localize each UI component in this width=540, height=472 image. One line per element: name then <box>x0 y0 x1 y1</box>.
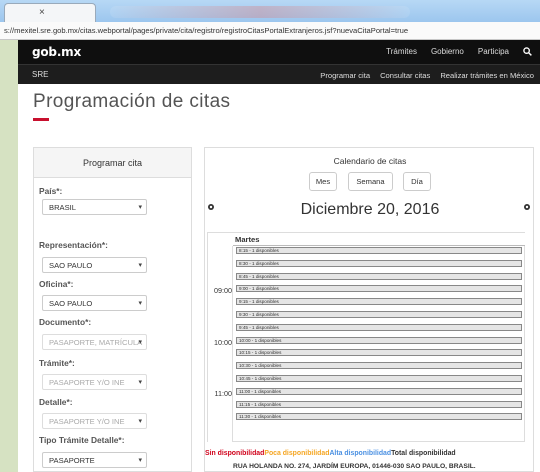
chevron-down-icon: ▾ <box>138 457 142 464</box>
page-title: Programación de citas <box>33 91 231 112</box>
tipo-tramite-value: PASAPORTE <box>49 456 95 465</box>
calendar-date: Diciembre 20, 2016 <box>300 201 440 218</box>
chevron-down-icon: ▾ <box>138 262 142 269</box>
appointment-slot[interactable]: 11:30 - 1 disponibles <box>236 413 522 421</box>
hour-label: 11:00 <box>214 389 232 398</box>
appointment-form: Programar cita País*: BRASIL ▾ Represent… <box>33 147 192 472</box>
hour-label: 10:00 <box>214 338 232 347</box>
day-header: Martes <box>233 233 525 246</box>
documento-label: Documento*: <box>39 317 92 327</box>
representacion-label: Representación*: <box>39 240 108 250</box>
view-week-button[interactable]: Semana <box>348 172 393 191</box>
appointment-slot[interactable]: 8:15 - 1 disponibles <box>236 247 522 254</box>
calendar-panel: Calendario de citas Mes Semana Día Dicie… <box>204 147 534 472</box>
sre-label: SRE <box>32 70 49 79</box>
appointment-slot[interactable]: 11:15 - 1 disponibles <box>236 400 522 408</box>
chevron-down-icon: ▾ <box>138 379 142 386</box>
browser-tab[interactable]: × <box>4 3 96 22</box>
tipo-tramite-select[interactable]: PASAPORTE ▾ <box>42 452 147 468</box>
detalle-value: PASAPORTE Y/O INE <box>49 417 125 426</box>
search-icon[interactable] <box>523 47 532 58</box>
blurred-tab-title <box>110 6 410 18</box>
representacion-select[interactable]: SAO PAULO ▾ <box>42 257 147 273</box>
pais-value: BRASIL <box>49 203 77 212</box>
documento-select[interactable]: PASAPORTE, MATRÍCULA ▾ <box>42 334 147 350</box>
next-day-icon[interactable] <box>523 203 531 212</box>
nav-gobierno[interactable]: Gobierno <box>431 47 464 58</box>
representacion-value: SAO PAULO <box>49 261 93 270</box>
nav-realizar-tramites[interactable]: Realizar trámites en México <box>440 71 534 80</box>
gob-nav: Trámites Gobierno Participa <box>386 47 532 58</box>
nav-programar-cita[interactable]: Programar cita <box>320 71 370 80</box>
legend-high: Alta disponibilidad <box>329 450 392 457</box>
pais-label: País*: <box>39 186 63 196</box>
legend-total: Total disponibilidad <box>391 450 456 457</box>
chevron-down-icon: ▾ <box>138 339 142 346</box>
legend-none: Sin disponibilidad <box>205 450 265 457</box>
nav-consultar-citas[interactable]: Consultar citas <box>380 71 430 80</box>
nav-tramites[interactable]: Trámites <box>386 47 417 58</box>
day-grid: Martes 09:00 10:00 11:00 8:15 - 1 dispon… <box>207 232 525 442</box>
appointment-slot[interactable]: 9:15 - 1 disponibles <box>236 298 522 306</box>
address-bar[interactable]: s://mexitel.sre.gob.mx/citas.webportal/p… <box>0 22 540 40</box>
appointment-slot[interactable]: 11:00 - 1 disponibles <box>236 387 522 395</box>
oficina-label: Oficina*: <box>39 279 74 289</box>
appointment-slot[interactable]: 9:00 - 1 disponibles <box>236 285 522 293</box>
office-address: RUA HOLANDA NO. 274, JARDÍM EUROPA, 0144… <box>233 463 476 470</box>
title-underline <box>33 118 49 121</box>
url-text: s://mexitel.sre.gob.mx/citas.webportal/p… <box>4 26 409 35</box>
pais-select[interactable]: BRASIL ▾ <box>42 199 147 215</box>
view-day-button[interactable]: Día <box>403 172 431 191</box>
gob-header: gob.mx Trámites Gobierno Participa <box>18 40 540 64</box>
documento-value: PASAPORTE, MATRÍCULA <box>49 338 143 347</box>
availability-legend: Sin disponibilidadPoca disponibilidadAlt… <box>205 450 535 457</box>
nav-participa[interactable]: Participa <box>478 47 509 58</box>
form-header: Programar cita <box>34 148 191 178</box>
appointment-slot[interactable]: 10:00 - 1 disponibles <box>236 336 522 344</box>
appointment-slot[interactable]: 10:30 - 1 disponibles <box>236 362 522 370</box>
detalle-select[interactable]: PASAPORTE Y/O INE ▾ <box>42 413 147 429</box>
page-content: Programación de citas Programar cita Paí… <box>18 84 540 472</box>
chevron-down-icon: ▾ <box>138 204 142 211</box>
oficina-select[interactable]: SAO PAULO ▾ <box>42 295 147 311</box>
gob-logo[interactable]: gob.mx <box>32 45 81 59</box>
oficina-value: SAO PAULO <box>49 299 93 308</box>
legend-few: Poca disponibilidad <box>264 450 330 457</box>
appointment-slot[interactable]: 10:45 - 1 disponibles <box>236 375 522 382</box>
sre-nav: Programar cita Consultar citas Realizar … <box>320 71 534 80</box>
view-month-button[interactable]: Mes <box>309 172 337 191</box>
tramite-value: PASAPORTE Y/O INE <box>49 378 125 387</box>
appointment-slot[interactable]: 9:30 - 1 disponibles <box>236 311 522 318</box>
detalle-label: Detalle*: <box>39 397 73 407</box>
tipo-tramite-label: Tipo Trámite Detalle*: <box>39 435 125 445</box>
appointment-slot[interactable]: 9:45 - 1 disponibles <box>236 323 522 331</box>
tramite-select[interactable]: PASAPORTE Y/O INE ▾ <box>42 374 147 390</box>
appointment-slot[interactable]: 8:30 - 1 disponibles <box>236 259 522 267</box>
tab-close-icon[interactable]: × <box>39 7 45 18</box>
time-column: 09:00 10:00 11:00 <box>208 246 233 442</box>
appointment-slot[interactable]: 8:45 - 1 disponibles <box>236 272 522 280</box>
sre-header: SRE Programar cita Consultar citas Reali… <box>18 64 540 84</box>
calendar-title: Calendario de citas <box>333 156 407 166</box>
hour-label: 09:00 <box>214 286 232 295</box>
chevron-down-icon: ▾ <box>138 300 142 307</box>
tramite-label: Trámite*: <box>39 358 75 368</box>
chevron-down-icon: ▾ <box>138 418 142 425</box>
appointment-slot[interactable]: 10:15 - 1 disponibles <box>236 349 522 357</box>
browser-tab-bar: × <box>0 0 540 22</box>
